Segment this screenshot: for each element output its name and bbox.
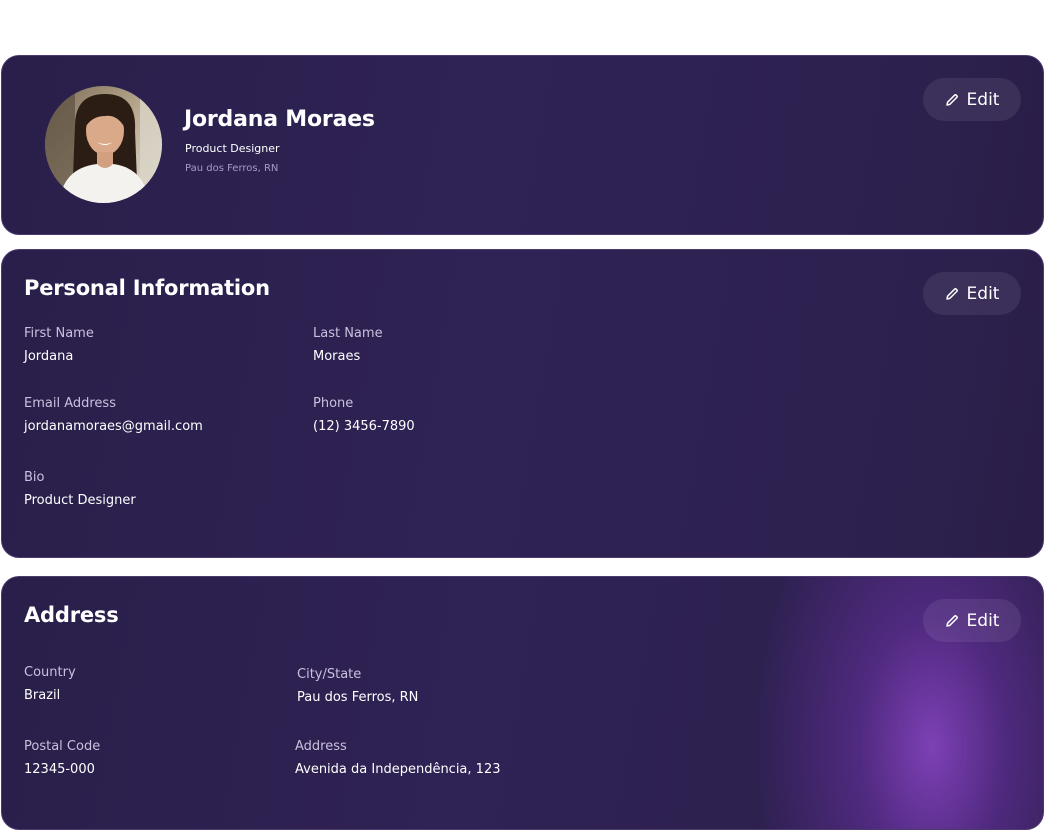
email-value: jordanamoraes@gmail.com — [24, 419, 203, 434]
personal-edit-button[interactable]: Edit — [923, 272, 1021, 315]
address-card: Address Edit Country Brazil City/State P… — [1, 576, 1044, 830]
phone-value: (12) 3456-7890 — [313, 419, 415, 434]
city-state-value: Pau dos Ferros, RN — [297, 690, 419, 705]
profile-location: Pau dos Ferros, RN — [185, 163, 279, 174]
country-value: Brazil — [24, 688, 61, 703]
postal-code-value: 12345-000 — [24, 762, 95, 777]
postal-code-label: Postal Code — [24, 739, 101, 754]
pencil-icon — [945, 93, 959, 107]
pencil-icon — [945, 614, 959, 628]
bio-value: Product Designer — [24, 493, 136, 508]
profile-edit-button[interactable]: Edit — [923, 78, 1021, 121]
last-name-label: Last Name — [313, 326, 383, 341]
profile-name: Jordana Moraes — [184, 107, 375, 132]
pencil-icon — [945, 287, 959, 301]
first-name-value: Jordana — [24, 349, 74, 364]
address-edit-button[interactable]: Edit — [923, 599, 1021, 642]
profile-card: Jordana Moraes Product Designer Pau dos … — [1, 55, 1044, 235]
country-label: Country — [24, 665, 76, 680]
avatar — [45, 86, 162, 203]
edit-button-label: Edit — [966, 610, 1000, 631]
street-address-value: Avenida da Independência, 123 — [295, 762, 501, 777]
bio-label: Bio — [24, 470, 45, 485]
personal-info-card: Personal Information Edit First Name Jor… — [1, 249, 1044, 558]
edit-button-label: Edit — [966, 89, 1000, 110]
phone-label: Phone — [313, 396, 354, 411]
profile-role: Product Designer — [185, 142, 280, 155]
section-title: Address — [24, 603, 119, 627]
last-name-value: Moraes — [313, 349, 361, 364]
section-title: Personal Information — [24, 276, 270, 300]
email-label: Email Address — [24, 396, 116, 411]
first-name-label: First Name — [24, 326, 94, 341]
city-state-label: City/State — [297, 667, 362, 682]
street-address-label: Address — [295, 739, 347, 754]
edit-button-label: Edit — [966, 283, 1000, 304]
